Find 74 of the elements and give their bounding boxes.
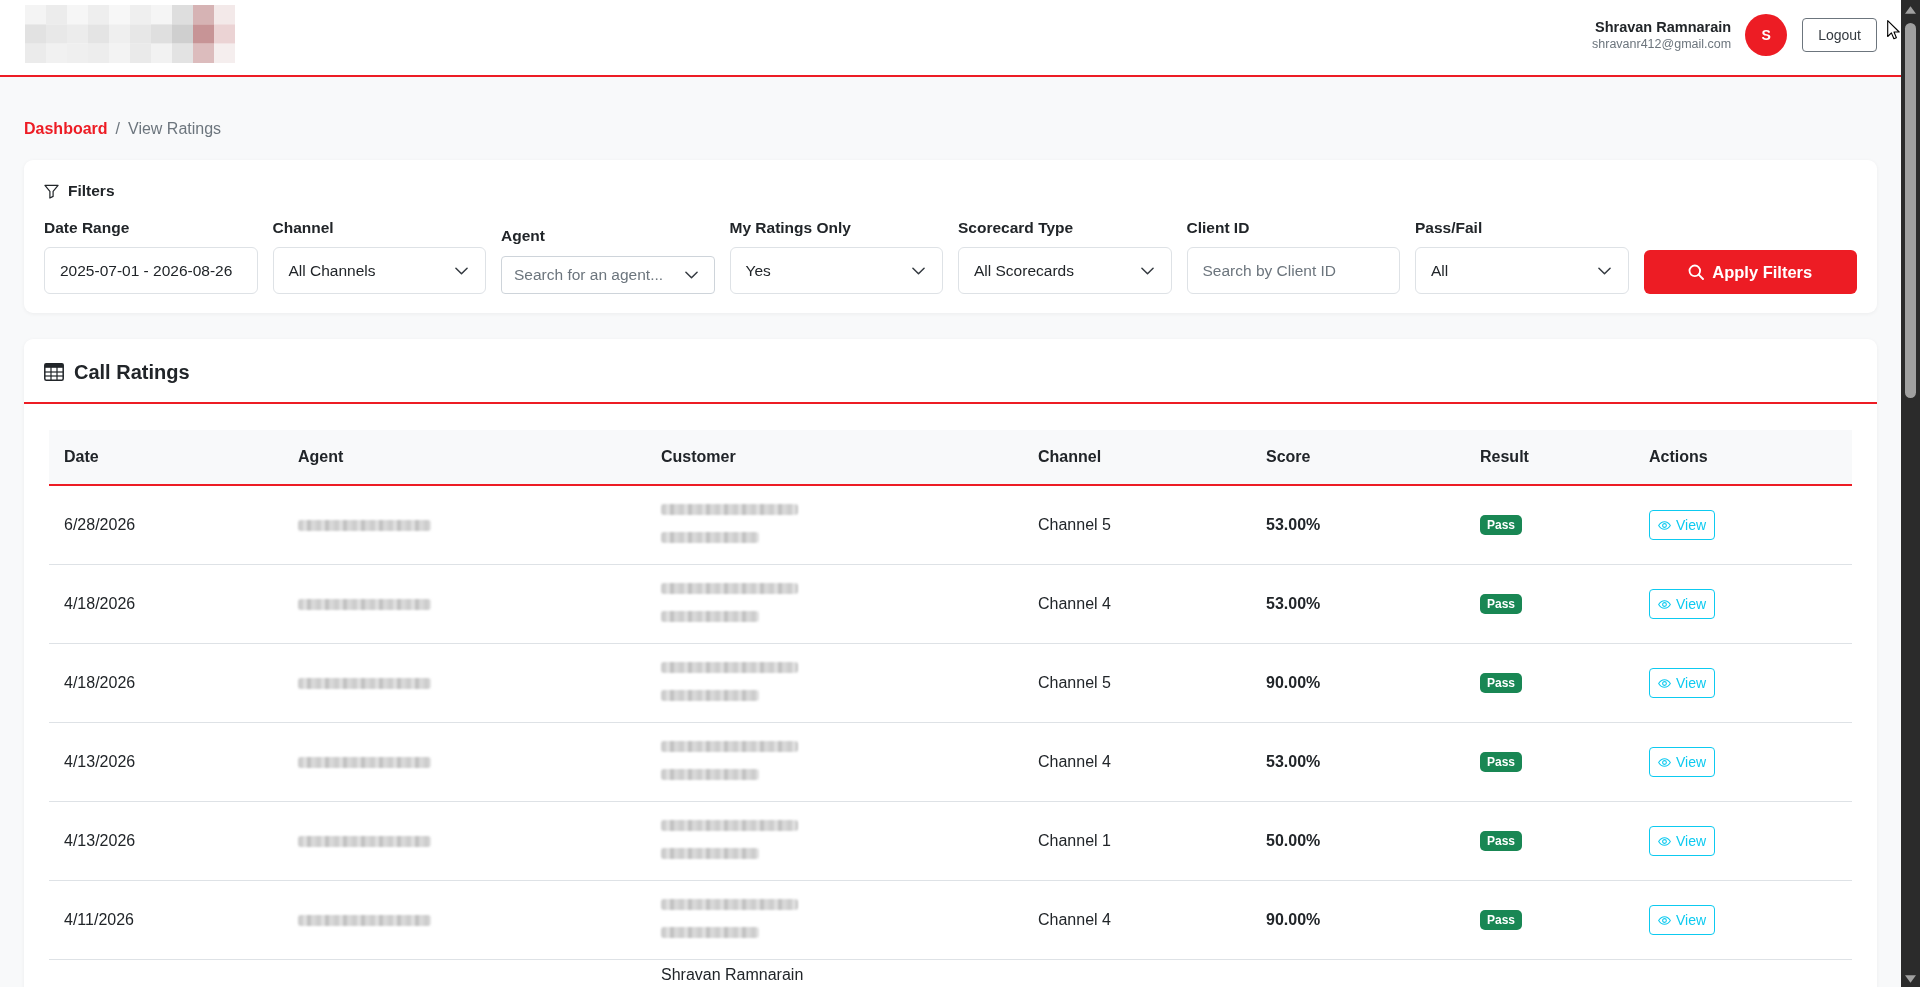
eye-icon xyxy=(1658,836,1671,846)
status-badge: Pass xyxy=(1480,752,1523,772)
column-header: Score xyxy=(1266,448,1311,466)
table-cell: Channel 5 xyxy=(1038,674,1111,692)
table-cell: Channel 4 xyxy=(1038,595,1111,613)
table-cell: 53.00% xyxy=(1266,516,1321,534)
field-label: Client ID xyxy=(1186,218,1251,238)
select-field[interactable]: Yes xyxy=(729,247,943,294)
search-icon xyxy=(1688,264,1705,280)
field-label: My Ratings Only xyxy=(729,218,852,238)
combobox-field[interactable]: Search for an agent... xyxy=(501,256,715,294)
eye-icon xyxy=(1658,757,1671,767)
field-label: Scorecard Type xyxy=(958,218,1075,238)
field-label: Pass/Fail xyxy=(1415,218,1484,238)
eye-icon xyxy=(1658,520,1671,530)
select-field[interactable]: All xyxy=(1415,247,1629,294)
field-label: Channel xyxy=(272,218,335,238)
status-badge: Pass xyxy=(1480,594,1523,614)
table-cell: Channel 1 xyxy=(1038,832,1111,850)
column-header: Channel xyxy=(1038,448,1102,466)
table-cell: 4/18/2026 xyxy=(64,674,136,692)
table-cell: 4/11/2026 xyxy=(64,911,134,929)
avatar: S xyxy=(1745,13,1788,56)
field-label: Agent xyxy=(501,226,546,246)
column-header: Actions xyxy=(1649,448,1708,466)
user-name: Shravan Ramnarain xyxy=(1594,17,1732,36)
table-cell: 53.00% xyxy=(1266,753,1321,771)
card-title: Call Ratings xyxy=(74,360,190,385)
select-field[interactable]: All Scorecards xyxy=(958,247,1172,294)
column-header: Date xyxy=(64,448,99,466)
user-email: shravanr412@gmail.com xyxy=(1592,35,1732,52)
chevron-down-icon xyxy=(455,266,468,275)
table-cell: Shravan Ramnarain xyxy=(661,966,804,984)
table-cell: 53.00% xyxy=(1266,595,1321,613)
text-field[interactable]: Search by Client ID xyxy=(1186,247,1400,294)
eye-icon xyxy=(1658,678,1671,688)
scrollbar-thumb[interactable] xyxy=(1905,23,1916,398)
chevron-down-icon xyxy=(1597,266,1611,275)
table-cell: Channel 4 xyxy=(1038,911,1111,929)
scroll-up-arrow-icon xyxy=(1905,6,1916,14)
column-header: Customer xyxy=(661,448,736,466)
chevron-down-icon xyxy=(684,271,698,279)
eye-icon xyxy=(1658,599,1671,609)
column-header: Agent xyxy=(298,448,344,466)
breadcrumb-current: View Ratings xyxy=(128,119,222,139)
table-cell: 4/18/2026 xyxy=(64,595,136,613)
table-cell: Channel 4 xyxy=(1038,753,1111,771)
column-header: Result xyxy=(1480,448,1529,466)
table-cell: 50.00% xyxy=(1266,832,1321,850)
funnel-icon xyxy=(44,183,59,199)
logout-button[interactable]: Logout xyxy=(1802,17,1877,52)
status-badge: Pass xyxy=(1480,831,1523,851)
filters-title: Filters xyxy=(68,181,115,201)
status-badge: Pass xyxy=(1480,910,1523,930)
eye-icon xyxy=(1658,915,1671,925)
select-field[interactable]: All Channels xyxy=(272,247,486,294)
status-badge: Pass xyxy=(1480,673,1523,693)
table-icon xyxy=(44,363,64,381)
table-cell: 4/13/2026 xyxy=(64,753,136,771)
scroll-down-arrow-icon xyxy=(1905,975,1916,983)
apply-filters-button[interactable]: Apply Filters xyxy=(1643,250,1857,294)
table-cell: Channel 5 xyxy=(1038,516,1111,534)
chevron-down-icon xyxy=(912,266,925,275)
breadcrumb-link[interactable]: Dashboard xyxy=(24,117,108,141)
status-badge: Pass xyxy=(1480,515,1523,535)
breadcrumb-separator: / xyxy=(115,119,121,139)
field-label: Date Range xyxy=(44,218,131,238)
scrollbar[interactable] xyxy=(1901,0,1920,987)
table-cell: 4/13/2026 xyxy=(64,832,136,850)
chevron-down-icon xyxy=(1140,266,1154,275)
table-cell: 90.00% xyxy=(1266,911,1321,929)
text-field[interactable]: 2025-07-01 - 2026-08-26 xyxy=(44,247,258,294)
table-cell: 90.00% xyxy=(1266,674,1321,692)
table-cell: 6/28/2026 xyxy=(64,516,136,534)
